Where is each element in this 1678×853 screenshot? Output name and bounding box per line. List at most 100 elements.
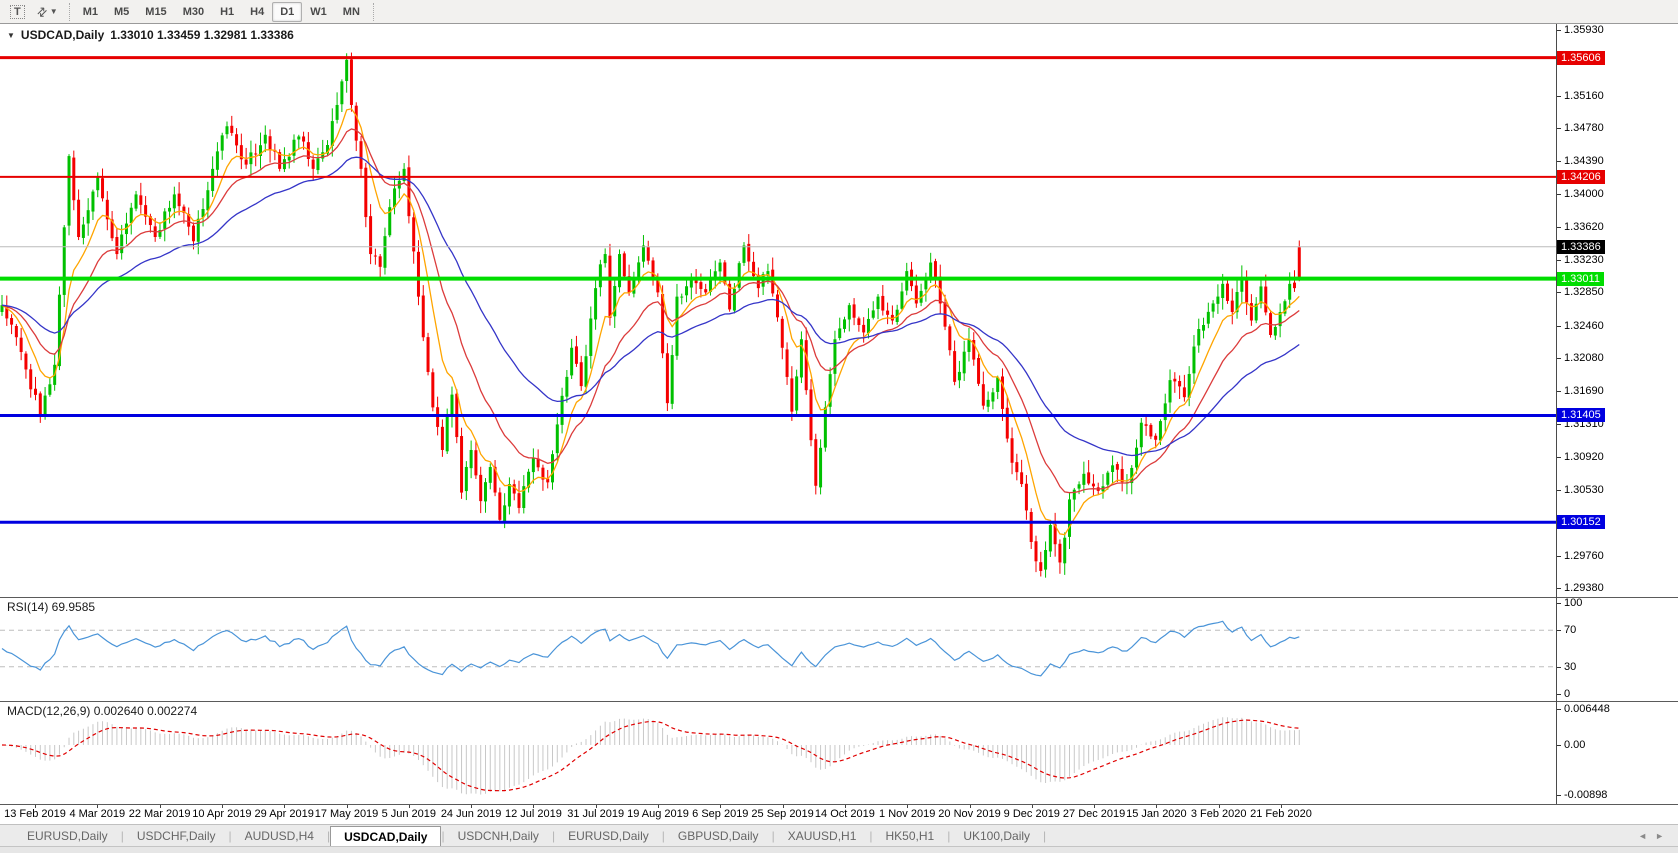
tab-scroll-right-icon[interactable]: ►: [1655, 831, 1664, 841]
tab-usdcad-daily[interactable]: USDCAD,Daily: [330, 826, 441, 846]
panel-separator[interactable]: [0, 701, 1678, 702]
tab-hk50-h1[interactable]: HK50,H1: [873, 825, 948, 846]
price-axis-label: 1.30920: [1564, 451, 1604, 463]
price-axis-label: 1.34780: [1564, 122, 1604, 134]
timeframe-label: M30: [183, 6, 204, 18]
macd-axis-label: 0.006448: [1564, 703, 1610, 715]
timeframe-button-w1[interactable]: W1: [302, 2, 335, 22]
rsi-axis-label: 100: [1564, 597, 1582, 609]
toolbar-separator: [373, 3, 374, 21]
price-line-badge: 1.33011: [1557, 272, 1604, 286]
chart-tabs: EURUSD,Daily|USDCHF,Daily|AUDUSD,H4|USDC…: [0, 824, 1678, 846]
text-tool-button[interactable]: T: [4, 2, 31, 22]
timeframe-label: H1: [220, 6, 234, 18]
chart-symbol-label: USDCAD,Daily: [21, 28, 104, 42]
price-axis-label: 1.32850: [1564, 286, 1604, 298]
status-strip: [0, 846, 1678, 853]
date-axis-label: 25 Sep 2019: [751, 808, 813, 820]
tab-scroll-arrows: ◄ ►: [1638, 825, 1678, 846]
rsi-axis-label: 0: [1564, 688, 1570, 700]
price-line-badge: 1.30152: [1557, 515, 1605, 529]
rsi-panel[interactable]: RSI(14) 69.9585: [0, 597, 1556, 701]
timeframe-button-m1[interactable]: M1: [75, 2, 106, 22]
date-axis-label: 15 Jan 2020: [1126, 808, 1187, 820]
date-axis-label: 17 May 2019: [315, 808, 379, 820]
date-axis-label: 13 Feb 2019: [4, 808, 66, 820]
price-axis-label: 1.32080: [1564, 352, 1604, 364]
date-axis-label: 9 Dec 2019: [1004, 808, 1060, 820]
macd-axis-label: -0.00898: [1564, 789, 1607, 801]
tab-xauusd-h1[interactable]: XAUUSD,H1: [775, 825, 870, 846]
price-axis-label: 1.35160: [1564, 90, 1604, 102]
date-axis-label: 19 Aug 2019: [627, 808, 689, 820]
timeframe-button-d1[interactable]: D1: [272, 2, 302, 22]
panel-separator: [0, 804, 1678, 805]
tab-usdchf-daily[interactable]: USDCHF,Daily: [124, 825, 229, 846]
cycle-symbols-button[interactable]: ⇄ ▼: [31, 2, 64, 22]
timeframe-label: M1: [83, 6, 98, 18]
text-tool-icon: T: [10, 5, 25, 19]
price-axis-label: 1.33230: [1564, 254, 1604, 266]
price-line-badge: 1.34206: [1557, 170, 1605, 184]
date-axis-label: 27 Dec 2019: [1063, 808, 1125, 820]
macd-label: MACD(12,26,9) 0.002640 0.002274: [7, 704, 197, 718]
chart-dropdown-icon[interactable]: ▼: [7, 31, 15, 40]
tab-audusd-h4[interactable]: AUDUSD,H4: [232, 825, 327, 846]
date-axis-label: 5 Jun 2019: [382, 808, 436, 820]
price-axis-label: 1.33620: [1564, 221, 1604, 233]
timeframe-label: W1: [310, 6, 327, 18]
mt4-window: T ⇄ ▼ M1 M5 M15 M30 H1 H4 D1 W1 MN ▼ USDCAD,Dail…: [0, 0, 1678, 853]
date-axis-label: 4 Mar 2019: [69, 808, 125, 820]
date-axis-label: 20 Nov 2019: [938, 808, 1000, 820]
price-line-badge: 1.31405: [1557, 408, 1605, 422]
candlestick-chart[interactable]: [0, 24, 1556, 597]
toolbar-separator: [69, 3, 70, 21]
panel-separator[interactable]: [0, 597, 1678, 598]
date-axis-label: 29 Apr 2019: [255, 808, 314, 820]
tabs-holder: EURUSD,Daily|USDCHF,Daily|AUDUSD,H4|USDC…: [14, 825, 1046, 846]
rsi-chart[interactable]: [0, 597, 1556, 701]
timeframe-label: MN: [343, 6, 360, 18]
tab-gbpusd-daily[interactable]: GBPUSD,Daily: [665, 825, 772, 846]
timeframe-label: H4: [250, 6, 264, 18]
macd-panel[interactable]: MACD(12,26,9) 0.002640 0.002274: [0, 701, 1556, 804]
rsi-axis-label: 30: [1564, 661, 1576, 673]
tab-uk100-daily[interactable]: UK100,Daily: [950, 825, 1043, 846]
price-line-badge: 1.35606: [1557, 51, 1605, 65]
timeframe-button-m5[interactable]: M5: [106, 2, 137, 22]
price-axis-label: 1.31690: [1564, 385, 1604, 397]
price-axis-label: 1.30530: [1564, 484, 1604, 496]
timeframe-button-h1[interactable]: H1: [212, 2, 242, 22]
timeframe-label: M5: [114, 6, 129, 18]
timeframe-button-m15[interactable]: M15: [137, 2, 174, 22]
date-axis-label: 24 Jun 2019: [441, 808, 502, 820]
macd-chart[interactable]: [0, 701, 1556, 804]
date-axis-label: 14 Oct 2019: [815, 808, 875, 820]
tab-eurusd-daily[interactable]: EURUSD,Daily: [14, 825, 121, 846]
price-axis-label: 1.34000: [1564, 188, 1604, 200]
macd-axis-label: 0.00: [1564, 739, 1585, 751]
chart-title[interactable]: ▼ USDCAD,Daily 1.33010 1.33459 1.32981 1…: [7, 28, 294, 42]
tab-scroll-left-icon[interactable]: ◄: [1638, 831, 1647, 841]
date-axis-label: 6 Sep 2019: [692, 808, 748, 820]
caret-down-icon: ▼: [50, 7, 58, 16]
date-axis-label: 1 Nov 2019: [879, 808, 935, 820]
price-chart-panel[interactable]: ▼ USDCAD,Daily 1.33010 1.33459 1.32981 1…: [0, 24, 1556, 597]
timeframe-label: M15: [145, 6, 166, 18]
timeframe-button-h4[interactable]: H4: [242, 2, 272, 22]
date-axis-label: 22 Mar 2019: [129, 808, 191, 820]
timeframe-button-m30[interactable]: M30: [175, 2, 212, 22]
swap-arrows-icon: ⇄: [33, 3, 50, 20]
tab-usdcnh-daily[interactable]: USDCNH,Daily: [445, 825, 552, 846]
price-axis-label: 1.35930: [1564, 24, 1604, 36]
tab-divider: |: [1043, 825, 1046, 846]
timeframe-label: D1: [280, 6, 294, 18]
chart-ohlc-values: 1.33010 1.33459 1.32981 1.33386: [110, 28, 294, 42]
rsi-label: RSI(14) 69.9585: [7, 600, 95, 614]
price-axis-label: 1.29380: [1564, 582, 1604, 594]
tab-eurusd-daily[interactable]: EURUSD,Daily: [555, 825, 662, 846]
timeframe-button-mn[interactable]: MN: [335, 2, 368, 22]
top-toolbar: T ⇄ ▼ M1 M5 M15 M30 H1 H4 D1 W1 MN: [0, 0, 1678, 24]
timeframe-buttons: M1 M5 M15 M30 H1 H4 D1 W1 MN: [75, 2, 368, 22]
current-price-badge: 1.33386: [1557, 240, 1605, 254]
